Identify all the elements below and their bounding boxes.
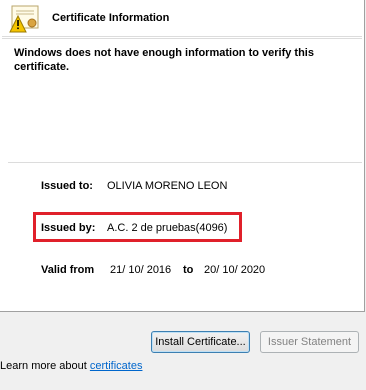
verification-message: Windows does not have enough information… [14,47,314,73]
issued-by-label: Issued by: [41,222,96,234]
valid-from-label: Valid from [41,264,95,276]
certificates-link[interactable]: certificates [90,360,143,372]
valid-to-label: to [183,264,194,276]
header: Certificate Information [0,0,364,36]
details-divider [8,162,362,163]
dialog-section-title: Certificate Information [52,12,170,24]
install-certificate-button[interactable]: Install Certificate... [151,331,250,353]
learn-more-prefix: Learn more about [0,360,90,372]
certificate-warning-icon [8,4,42,34]
issued-by-value: A.C. 2 de pruebas(4096) [107,222,228,234]
learn-more-text: Learn more about certificates [0,360,142,372]
valid-to-value: 20/ 10/ 2020 [204,264,266,276]
valid-from-value: 21/ 10/ 2016 [110,264,172,276]
certificate-general-panel: Certificate Information Windows does not… [0,0,365,312]
issuer-statement-button[interactable]: Issuer Statement [260,331,359,353]
header-divider-2 [2,38,362,39]
issued-to-label: Issued to: [41,180,93,192]
header-divider [2,36,362,37]
issued-to-value: OLIVIA MORENO LEON [107,180,228,192]
